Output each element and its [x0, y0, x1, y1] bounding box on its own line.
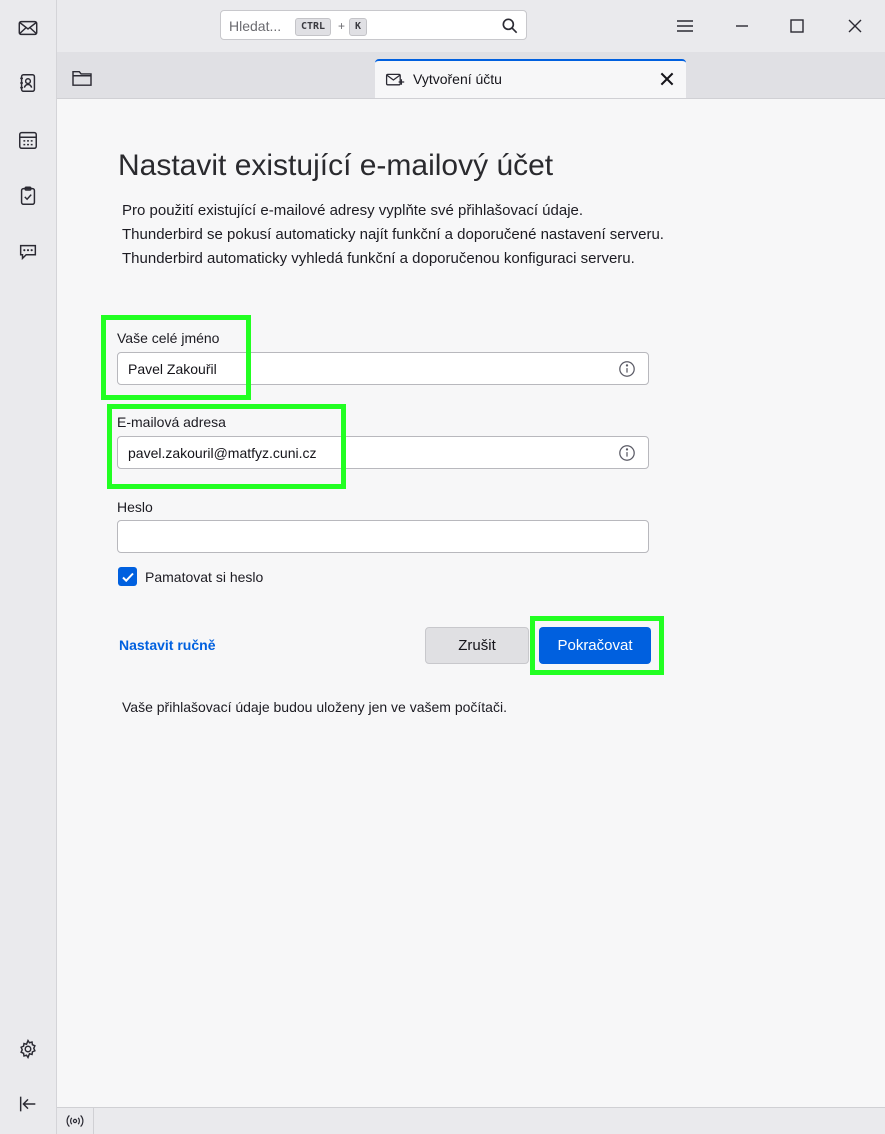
app-menu-button[interactable] — [671, 12, 699, 40]
storage-note: Vaše přihlašovací údaje budou uloženy je… — [122, 699, 507, 715]
page-title: Nastavit existující e-mailový účet — [118, 149, 554, 182]
status-separator — [93, 1108, 94, 1134]
description-line: Thunderbird se pokusí automaticky najít … — [122, 226, 664, 243]
mail-setup-icon — [385, 73, 405, 86]
minimize-button[interactable] — [728, 12, 756, 40]
search-box[interactable]: Hledat... CTRL + K — [220, 10, 527, 40]
folder-icon[interactable] — [71, 69, 93, 87]
chat-icon — [19, 244, 37, 261]
email-input[interactable]: pavel.zakouril@matfyz.cuni.cz — [117, 436, 649, 469]
account-setup-page: Nastavit existující e-mailový účet Pro p… — [57, 99, 885, 1108]
online-status-icon[interactable] — [65, 1113, 85, 1129]
name-label: Vaše celé jméno — [117, 330, 220, 346]
search-icon[interactable] — [500, 16, 520, 36]
address-book-icon — [20, 74, 36, 92]
tab-bar: Vytvoření účtu — [57, 52, 885, 99]
close-icon — [848, 19, 862, 33]
maximize-icon — [790, 19, 804, 33]
hamburger-menu-icon — [677, 20, 693, 32]
cancel-button[interactable]: Zrušit — [425, 627, 529, 664]
maximize-button[interactable] — [783, 12, 811, 40]
shortcut-plus: + — [338, 19, 346, 33]
chat-space-button[interactable] — [12, 236, 44, 268]
tasks-space-button[interactable] — [12, 180, 44, 212]
status-bar — [57, 1107, 885, 1134]
title-bar: Hledat... CTRL + K — [57, 0, 885, 52]
spaces-toolbar — [0, 0, 57, 1134]
tasks-icon — [20, 186, 36, 205]
name-input[interactable]: Pavel Zakouřil — [117, 352, 649, 385]
description-line: Pro použití existující e-mailové adresy … — [122, 202, 584, 219]
checkmark-icon — [121, 572, 134, 582]
password-label: Heslo — [117, 499, 153, 515]
shortcut-key-ctrl: CTRL — [295, 18, 332, 36]
remember-password-label[interactable]: Pamatovat si heslo — [145, 569, 263, 585]
search-placeholder: Hledat... — [229, 18, 282, 34]
info-icon[interactable] — [618, 360, 636, 378]
address-book-space-button[interactable] — [12, 67, 44, 99]
settings-button[interactable] — [12, 1033, 44, 1065]
mail-icon — [18, 20, 38, 36]
minimize-icon — [736, 25, 748, 27]
collapse-sidebar-icon — [19, 1096, 36, 1112]
shortcut-key-k: K — [349, 18, 368, 36]
remember-password-checkbox[interactable] — [118, 567, 137, 586]
description-line: Thunderbird automaticky vyhledá funkční … — [122, 250, 635, 267]
email-label: E-mailová adresa — [117, 414, 226, 430]
calendar-icon — [19, 131, 37, 149]
close-window-button[interactable] — [841, 12, 869, 40]
manual-config-link[interactable]: Nastavit ručně — [119, 637, 215, 653]
tab-label: Vytvoření účtu — [413, 71, 502, 87]
settings-icon — [20, 1038, 36, 1060]
collapse-sidebar-button[interactable] — [12, 1088, 44, 1120]
page-description: Pro použití existující e-mailové adresy … — [122, 199, 664, 271]
email-value: pavel.zakouril@matfyz.cuni.cz — [128, 445, 317, 461]
name-value: Pavel Zakouřil — [128, 361, 217, 377]
continue-button[interactable]: Pokračovat — [539, 627, 651, 664]
calendar-space-button[interactable] — [12, 124, 44, 156]
mail-space-button[interactable] — [12, 12, 44, 44]
close-tab-icon[interactable] — [658, 70, 676, 88]
info-icon[interactable] — [618, 444, 636, 462]
tab-account-setup[interactable]: Vytvoření účtu — [375, 59, 686, 98]
password-input[interactable] — [117, 520, 649, 553]
